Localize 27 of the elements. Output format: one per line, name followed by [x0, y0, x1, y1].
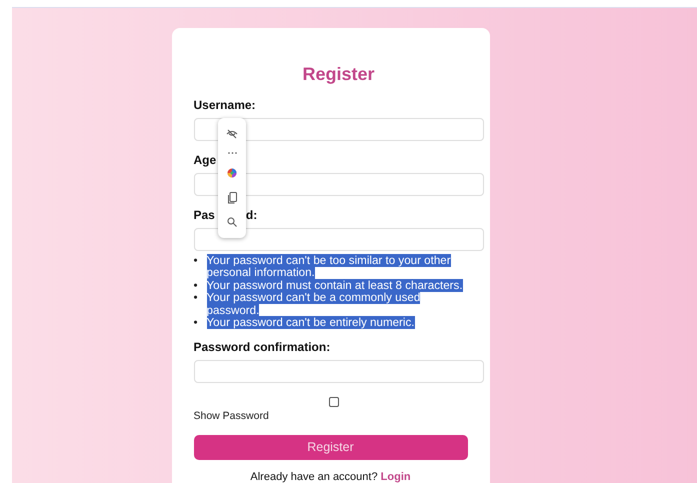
checkbox-label: Show Password: [194, 410, 270, 422]
field-label: d:: [246, 208, 258, 223]
field-label: Age: [194, 152, 216, 168]
input-field[interactable]: [194, 360, 484, 383]
input-field[interactable]: [194, 228, 484, 251]
field-label: Pas: [194, 208, 215, 223]
help-text: Your password can't be a commonly used password.: [206, 292, 422, 318]
register-button[interactable]: Register: [194, 434, 468, 460]
search-icon[interactable]: [227, 217, 237, 228]
copy-icon[interactable]: [228, 192, 236, 204]
login-link[interactable]: Login: [380, 471, 411, 483]
checkbox[interactable]: [328, 396, 338, 407]
form-title: Register: [301, 64, 376, 84]
bullet-marker: •: [194, 292, 199, 306]
help-text: Your password can't be entirely numeric.: [206, 317, 415, 330]
field-label: Password confirmation:: [194, 340, 330, 355]
help-text: Your password can't be too similar to your other personal information.: [206, 254, 452, 280]
field-label: Username:: [194, 98, 256, 113]
input-field[interactable]: [194, 118, 484, 141]
footer-text: Already have an account? Login: [249, 471, 412, 483]
ellipsis-icon[interactable]: [228, 152, 236, 154]
bullet-marker: •: [194, 317, 199, 330]
bullet-marker: •: [194, 254, 199, 269]
eye-slash-icon[interactable]: [226, 128, 238, 139]
input-field[interactable]: [194, 172, 484, 196]
bullet-marker: •: [194, 280, 199, 292]
help-text: Your password must contain at least 8 characters.: [206, 280, 463, 292]
